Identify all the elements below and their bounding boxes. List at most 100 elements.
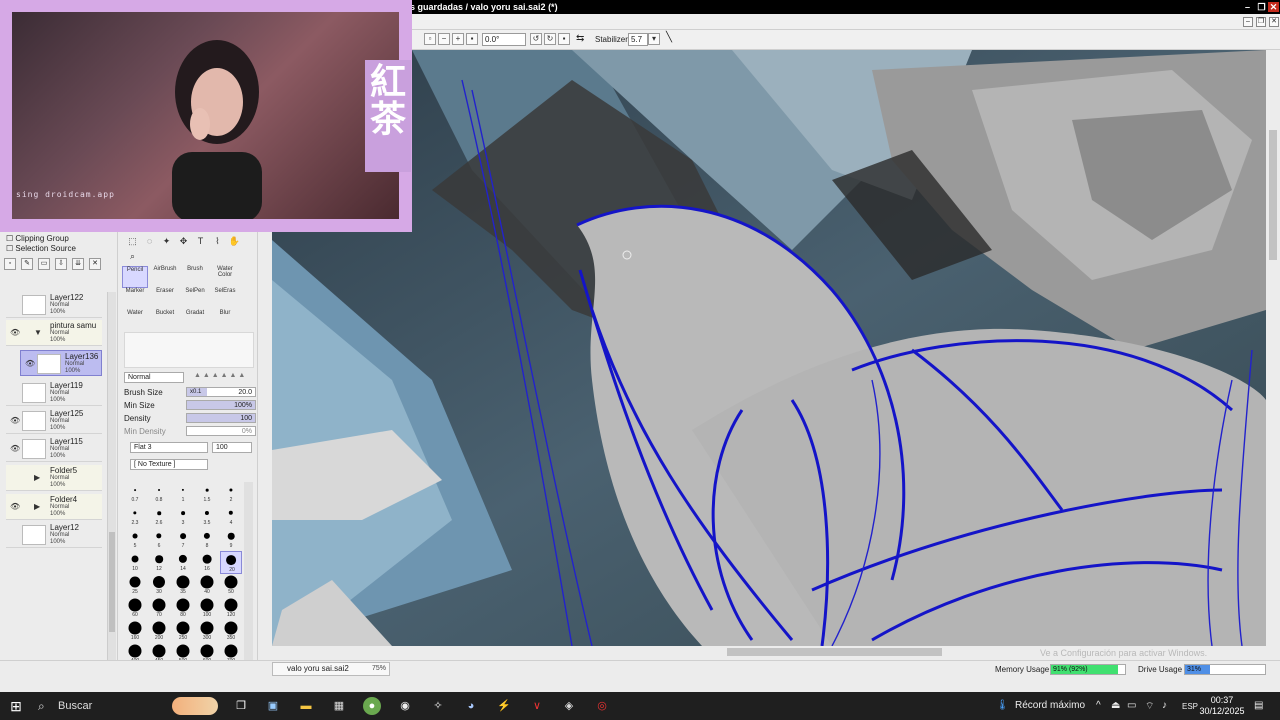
new-linework-icon[interactable]: ✎ [21,258,33,270]
magic-wand-icon[interactable]: ✦ [160,235,173,248]
stabilizer-dropdown-icon[interactable]: ▾ [648,33,660,45]
document-tab[interactable]: valo yoru sai.sai2 75% [272,662,390,676]
language-indicator[interactable]: ESP [1182,702,1198,711]
move-icon[interactable]: ✥ [177,235,190,248]
hand-icon[interactable]: ✋ [228,235,241,248]
wifi-icon[interactable]: ⌔ [1145,700,1154,713]
taskbar-clock[interactable]: 00:37 30/12/2025 [1198,695,1246,717]
size-preset[interactable]: 2.6 [148,505,170,528]
obs-icon[interactable]: ◉ [396,697,414,715]
size-preset[interactable]: 0.8 [148,482,170,505]
canvas-vertical-scrollbar[interactable] [1266,50,1280,646]
size-preset[interactable]: 20 [220,551,242,574]
tray-chevron-icon[interactable]: ^ [1096,700,1101,711]
taskbar-search[interactable]: ⌕ Buscar [32,695,222,717]
brush-size-slider[interactable]: 20.0 x0.1 [186,387,256,397]
size-preset[interactable]: 1.5 [196,482,218,505]
size-preset[interactable]: 10 [124,551,146,574]
size-preset[interactable]: 9 [220,528,242,551]
restore-button[interactable]: ❐ [1256,2,1267,12]
windows-start-icon[interactable]: ⊞ [8,698,24,714]
drawing-canvas[interactable] [272,50,1266,646]
brush-preset[interactable]: Water Color [212,266,238,288]
size-preset[interactable]: 35 [172,574,194,597]
size-preset[interactable]: 7 [172,528,194,551]
discord-icon[interactable]: ◕ [462,697,480,715]
rotate-reset-icon[interactable]: ▪ [558,33,570,45]
select-rect-icon[interactable]: ⬚ [126,235,139,248]
visibility-eye-icon[interactable]: 👁 [10,416,20,425]
app-icon-1[interactable]: ▣ [264,697,282,715]
task-view-icon[interactable]: ❐ [232,697,250,715]
brush-preset[interactable]: Bucket [152,310,178,332]
weather-icon[interactable]: 🌡 [996,700,1009,711]
zoom-in-icon[interactable]: + [452,33,464,45]
brush-preset[interactable]: Brush [182,266,208,288]
brush-preset[interactable]: Marker [122,288,148,310]
merge-down-icon[interactable]: ⇊ [72,258,84,270]
size-preset[interactable]: 160 [124,620,146,643]
size-preset[interactable]: 1 [172,482,194,505]
tray-app-icon[interactable]: ▭ [1127,700,1136,711]
brush-preset[interactable]: Water [122,310,148,332]
app-icon-4[interactable]: ◈ [560,697,578,715]
doc-restore-button[interactable]: ❐ [1256,17,1266,27]
app-icon-3[interactable]: ⚡ [495,697,513,715]
size-preset[interactable]: 3 [172,505,194,528]
visibility-eye-icon[interactable]: 👁 [10,328,20,337]
clipping-group-checkbox[interactable]: ☐ Clipping Group [6,234,69,243]
file-explorer-icon[interactable]: ▬ [297,697,315,715]
doc-minimize-button[interactable]: – [1243,17,1253,27]
new-folder-icon[interactable]: ▭ [38,258,50,270]
brush-size-row[interactable]: Brush Size 20.0 x0.1 [124,387,256,399]
zoom-fit-icon[interactable]: ▫ [424,33,436,45]
layer-row[interactable]: Layer12 Normal 100% [6,522,102,548]
vertical-scroll-thumb[interactable] [1269,130,1277,260]
selection-source-checkbox[interactable]: ☐ Selection Source [6,244,76,253]
texture-select[interactable]: [ No Texture ] [130,459,208,470]
brush-preset[interactable]: SelPen [182,288,208,310]
close-button[interactable]: ✕ [1268,2,1279,12]
layer-row[interactable]: Layer122 Normal 100% [6,292,102,318]
flip-icon[interactable]: ⇆ [576,33,584,44]
min-density-slider[interactable]: 0% [186,426,256,436]
volume-icon[interactable]: ♪ [1162,700,1167,711]
layer-row[interactable]: 👁 Layer115 Normal 100% [6,436,102,462]
notifications-icon[interactable]: ▤ [1254,700,1263,711]
delete-layer-icon[interactable]: ✕ [89,258,101,270]
edge-hardness-icons[interactable]: ▲ ▲ ▲ ▲ ▲ ▲ [194,372,245,379]
brush-preset[interactable]: Blur [212,310,238,332]
min-size-row[interactable]: Min Size 100% [124,400,256,412]
transfer-down-icon[interactable]: ⇩ [55,258,67,270]
layer-row[interactable]: 👁 Layer125 Normal 100% [6,408,102,434]
rotation-field[interactable]: 0.0° [482,33,526,46]
size-preset[interactable]: 40 [196,574,218,597]
zoom-out-icon[interactable]: − [438,33,450,45]
size-preset[interactable]: 80 [172,597,194,620]
folder-expand-icon[interactable]: ▶ [34,473,40,482]
blend-mode-select[interactable]: Normal [124,372,184,383]
tray-usb-icon[interactable]: ⏏ [1111,700,1120,711]
visibility-eye-icon[interactable]: 👁 [25,359,35,368]
layer-row[interactable]: Layer119 Normal 100% [6,380,102,406]
layer-row[interactable]: 👁 ▶ Folder4 Normal 100% [6,494,102,520]
layer-scrollbar[interactable] [107,292,116,662]
brush-preset[interactable]: Gradat [182,310,208,332]
layer-row[interactable]: ▶ Folder5 Normal 100% [6,465,102,491]
rotate-left-icon[interactable]: ↺ [530,33,542,45]
size-preset[interactable]: 70 [148,597,170,620]
min-density-row[interactable]: Min Density 0% [124,426,256,438]
brush-shape-select[interactable]: Flat 3 [130,442,208,453]
line-tool-icon[interactable]: ╲ [666,32,672,43]
size-preset[interactable]: 100 [196,597,218,620]
size-preset[interactable]: 8 [196,528,218,551]
size-scrollbar[interactable] [244,482,253,660]
size-preset[interactable]: 2.3 [124,505,146,528]
size-preset[interactable]: 60 [124,597,146,620]
rotate-right-icon[interactable]: ↻ [544,33,556,45]
size-preset[interactable]: 16 [196,551,218,574]
app-icon-5[interactable]: ◎ [593,697,611,715]
folder-expand-icon[interactable]: ▶ [34,502,40,511]
visibility-eye-icon[interactable]: 👁 [10,502,20,511]
valorant-icon[interactable]: ∨ [528,697,546,715]
